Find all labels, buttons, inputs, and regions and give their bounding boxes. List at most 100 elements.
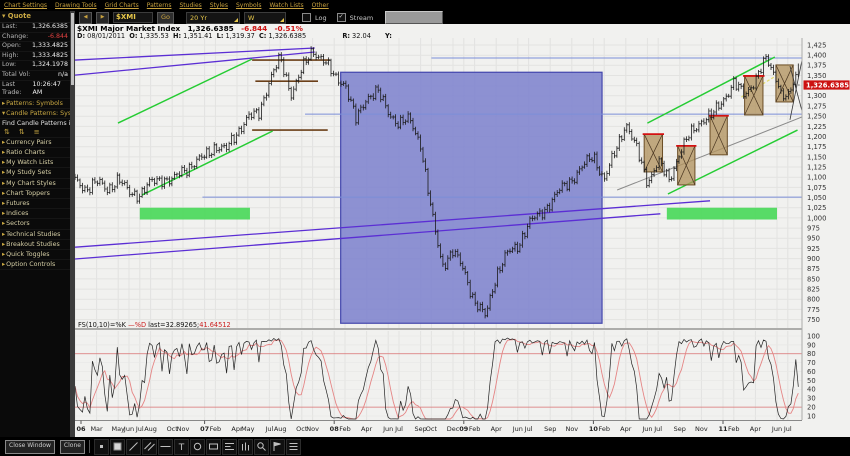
item-arrow-icon: ▸: [2, 200, 5, 207]
svg-text:875: 875: [807, 265, 820, 273]
item-arrow-icon: ▸: [2, 190, 5, 197]
item-label: Chart Toppers: [6, 190, 50, 197]
parallel-lines-tool-button[interactable]: [142, 439, 157, 455]
menu-item-patterns[interactable]: Patterns: [147, 2, 172, 9]
sidebar-item-quick-toggles[interactable]: ▸Quick Toggles: [0, 250, 75, 260]
sort-asc-icon[interactable]: ⇅: [4, 128, 10, 136]
quote-label: Last Trade:: [2, 81, 33, 98]
sidebar-item-futures[interactable]: ▸Futures: [0, 199, 75, 209]
menu-item-symbols[interactable]: Symbols: [236, 2, 261, 9]
list-tool-button[interactable]: [286, 439, 301, 455]
ellipse-tool-button[interactable]: [190, 439, 205, 455]
options-icon[interactable]: ≡: [34, 128, 40, 136]
rectangle-tool-button[interactable]: [206, 439, 221, 455]
find-candle-patterns-link[interactable]: Find Candle Patterns i: [0, 119, 75, 128]
log-checkbox[interactable]: [302, 13, 311, 22]
stream-label: Stream: [350, 14, 374, 22]
menu-item-watch-lists[interactable]: Watch Lists: [269, 2, 303, 9]
svg-text:Aug: Aug: [274, 425, 287, 433]
sidebar-item-ratio-charts[interactable]: ▸Ratio Charts: [0, 148, 75, 158]
menu-item-styles[interactable]: Styles: [210, 2, 228, 9]
quote-section-header[interactable]: ▾ Quote: [0, 11, 75, 23]
menu-item-chart-settings[interactable]: Chart Settings: [4, 2, 47, 9]
fibonacci-tool-button[interactable]: [222, 439, 237, 455]
menu-item-other[interactable]: Other: [312, 2, 329, 9]
sidebar-item-technical-studies[interactable]: ▸Technical Studies: [0, 230, 75, 240]
sidebar-item-sectors[interactable]: ▸Sectors: [0, 219, 75, 229]
zoom-tool-button[interactable]: [254, 439, 269, 455]
svg-text:1,250: 1,250: [807, 113, 826, 121]
sidebar-item-option-controls[interactable]: ▸Option Controls: [0, 260, 75, 270]
svg-text:Apr: Apr: [491, 425, 503, 433]
svg-text:Oct: Oct: [426, 425, 438, 433]
go-button[interactable]: Go: [157, 12, 174, 24]
log-label: Log: [315, 14, 327, 22]
bars-tool-button[interactable]: [238, 439, 253, 455]
item-arrow-icon: ▸: [2, 241, 5, 248]
item-label: Futures: [6, 200, 29, 207]
stoch-last-label: last=32.89265;: [148, 321, 199, 329]
svg-text:07: 07: [200, 425, 209, 433]
collapse-icon: ▾: [2, 12, 5, 20]
price-chart-canvas[interactable]: 1,4251,4001,3751,3501,3251,3001,2751,250…: [75, 24, 850, 437]
sidebar-item-currency-pairs[interactable]: ▸Currency Pairs: [0, 138, 75, 148]
horizontal-line-tool-button[interactable]: [158, 439, 173, 455]
svg-text:Mar: Mar: [90, 425, 103, 433]
section-candle-patterns-syst[interactable]: ▾Candle Patterns: Syst: [0, 109, 75, 119]
chart-area[interactable]: $XMI Major Market Index 1,326.6385 -6.84…: [75, 24, 850, 437]
sidebar-item-breakout-studies[interactable]: ▸Breakout Studies: [0, 240, 75, 250]
svg-text:Jun: Jun: [512, 425, 523, 433]
sidebar-item-my-study-sets[interactable]: ▸My Study Sets: [0, 168, 75, 178]
close-window-button[interactable]: Close Window: [5, 440, 55, 454]
section-arrow-icon: ▾: [2, 110, 5, 117]
item-label: Indices: [6, 210, 28, 217]
item-label: My Chart Styles: [6, 180, 56, 187]
forward-button[interactable]: ▶: [96, 12, 109, 24]
interval-select[interactable]: W: [244, 12, 286, 24]
quote-row: Open:1,333.4825: [0, 42, 75, 52]
item-label: Breakout Studies: [6, 241, 60, 248]
svg-text:Jun: Jun: [123, 425, 134, 433]
quote-value: n/a: [58, 71, 68, 80]
swatch-tool-button[interactable]: [110, 439, 125, 455]
range-select[interactable]: 20 Yr: [186, 12, 240, 24]
item-arrow-icon: ▸: [2, 251, 5, 258]
quote-value: 1,324.1978: [32, 61, 68, 70]
flag-tool-button[interactable]: [270, 439, 285, 455]
svg-text:90: 90: [807, 341, 816, 349]
text-tool-button[interactable]: T: [174, 439, 189, 455]
svg-text:T: T: [178, 443, 185, 452]
symbol-input[interactable]: $XMI: [113, 12, 153, 23]
bottom-toolbar: Close Window Clone T: [0, 437, 850, 456]
sidebar-item-chart-toppers[interactable]: ▸Chart Toppers: [0, 189, 75, 199]
point-tool-button[interactable]: [94, 439, 109, 455]
clone-button[interactable]: Clone: [60, 440, 85, 454]
item-arrow-icon: ▸: [2, 231, 5, 238]
sort-desc-icon[interactable]: ⇅: [19, 128, 25, 136]
svg-text:1,350: 1,350: [807, 72, 826, 80]
charting-application: Chart Settings Drawing Tools Grid Charts Pa…: [0, 0, 850, 456]
menu-item-studies[interactable]: Studies: [180, 2, 202, 9]
stream-checkbox[interactable]: ✓: [337, 13, 346, 22]
sidebar-item-my-watch-lists[interactable]: ▸My Watch Lists: [0, 158, 75, 168]
svg-text:1,000: 1,000: [807, 214, 826, 222]
scrollbar-thumb[interactable]: [71, 13, 74, 85]
svg-text:1,100: 1,100: [807, 174, 826, 182]
sidebar-item-indices[interactable]: ▸Indices: [0, 209, 75, 219]
svg-text:950: 950: [807, 235, 820, 243]
sidebar-item-my-chart-styles[interactable]: ▸My Chart Styles: [0, 179, 75, 189]
trendline-tool-button[interactable]: [126, 439, 141, 455]
bar-open: 1,335.53: [140, 32, 169, 40]
svg-text:Feb: Feb: [210, 425, 222, 433]
section-arrow-icon: ▸: [2, 100, 5, 107]
quote-header-label: Quote: [8, 12, 31, 20]
back-button[interactable]: ◀: [79, 12, 92, 24]
svg-text:925: 925: [807, 245, 820, 253]
quote-label: Low:: [2, 61, 16, 70]
svg-text:1,375: 1,375: [807, 62, 826, 70]
menu-item-drawing-tools[interactable]: Drawing Tools: [55, 2, 97, 9]
menu-item-grid-charts[interactable]: Grid Charts: [105, 2, 139, 9]
section-patterns-symbols[interactable]: ▸Patterns: Symbols: [0, 99, 75, 109]
svg-text:1,075: 1,075: [807, 184, 826, 192]
svg-text:1,326.6385: 1,326.6385: [806, 82, 849, 90]
